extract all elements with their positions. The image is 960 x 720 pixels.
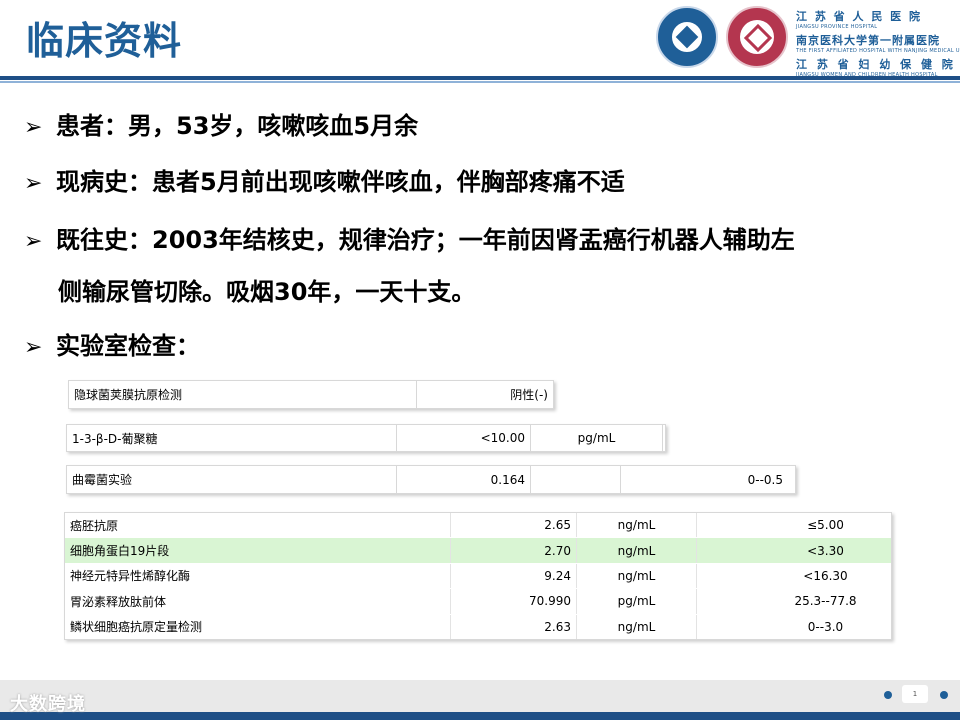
table-tumor-markers: 癌胚抗原 2.65 ng/mL ≤5.00 细胞角蛋白19片段 2.70 ng/… [64,512,892,640]
test-value: 0.164 [397,466,531,493]
table-row: 细胞角蛋白19片段 2.70 ng/mL <3.30 [65,538,891,564]
marker-value: 9.24 [451,563,577,589]
bullet-text: 既往史：2003年结核史，规律治疗；一年前因肾盂癌行机器人辅助左 [56,226,795,254]
bullet-patient: ➢ 患者：男，53岁，咳嗽咳血5月余 [24,106,418,141]
nav-dot-icon[interactable] [884,691,892,699]
table-glucan: 1-3-β-D-葡聚糖 <10.00 pg/mL [66,424,666,452]
marker-unit: ng/mL [577,614,697,639]
title-rule-light [0,81,960,83]
nav-dot-icon[interactable] [940,691,948,699]
marker-value: 2.70 [451,538,577,563]
table-row: 鳞状细胞癌抗原定量检测 2.63 ng/mL 0--3.0 [65,614,891,639]
marker-name: 鳞状细胞癌抗原定量检测 [65,614,451,639]
watermark-logo: 大数跨境 [10,694,86,715]
marker-name: 癌胚抗原 [65,513,451,538]
marker-unit: ng/mL [577,513,697,538]
marker-ref: ≤5.00 [807,518,844,533]
hospital-name-3: 江 苏 省 妇 幼 保 健 院 [796,58,956,71]
bullet-text: 现病史：患者5月前出现咳嗽伴咳血，伴胸部疼痛不适 [56,168,625,196]
test-ref: 0--0.5 [747,472,783,487]
logo-jiangsu-province-hospital [656,6,718,68]
marker-value: 2.63 [451,614,577,639]
table-crypto-antigen: 隐球菌荚膜抗原检测 阴性(-) [68,380,554,409]
marker-value: 70.990 [451,589,577,614]
footer-bar [0,712,960,720]
marker-ref: <3.30 [807,543,844,558]
page-number: 1 [902,685,928,703]
marker-unit: ng/mL [577,538,697,563]
marker-unit: pg/mL [577,589,697,614]
bullet-text: 患者：男，53岁，咳嗽咳血5月余 [56,112,419,140]
marker-ref: <16.30 [803,568,848,583]
footer-band [0,680,960,712]
test-name: 曲霉菌实验 [67,466,397,493]
hospital-names: 江 苏 省 人 民 医 院 JIANGSU PROVINCE HOSPITAL … [796,8,960,79]
title-rule-dark [0,76,960,80]
bullet-past-history-continuation: 侧输尿管切除。吸烟30年，一天十支。 [58,278,476,306]
marker-name: 神经元特异性烯醇化酶 [65,563,451,589]
hospital-name-1-en: JIANGSU PROVINCE HOSPITAL [796,24,878,30]
marker-name: 细胞角蛋白19片段 [65,538,451,563]
table-row: 神经元特异性烯醇化酶 9.24 ng/mL <16.30 [65,563,891,590]
test-value: <10.00 [397,425,531,451]
hospital-name-2-en: THE FIRST AFFILIATED HOSPITAL WITH NANJI… [796,48,960,54]
test-name: 1-3-β-D-葡聚糖 [67,425,397,451]
slide-title: 临床资料 [26,19,183,63]
table-row: 癌胚抗原 2.65 ng/mL ≤5.00 [65,513,891,539]
marker-ref: 0--3.0 [807,619,844,634]
test-name: 隐球菌荚膜抗原检测 [69,381,417,408]
logo-maternal-child-hospital [726,6,788,68]
arrow-bullet-icon: ➢ [24,115,43,140]
marker-ref: 25.3--77.8 [794,594,857,609]
table-gm-test: 曲霉菌实验 0.164 0--0.5 [66,465,796,494]
arrow-bullet-icon: ➢ [24,335,43,360]
bullet-text: 实验室检查： [56,332,200,360]
hospital-name-2: 南京医科大学第一附属医院 [796,34,940,47]
bullet-present-illness: ➢ 现病史：患者5月前出现咳嗽伴咳血，伴胸部疼痛不适 [24,162,625,197]
bullet-lab-tests: ➢ 实验室检查： [24,326,200,361]
test-unit: pg/mL [531,425,663,451]
arrow-bullet-icon: ➢ [24,171,43,196]
hospital-name-1: 江 苏 省 人 民 医 院 [796,10,922,23]
marker-unit: ng/mL [577,563,697,589]
table-row: 胃泌素释放肽前体 70.990 pg/mL 25.3--77.8 [65,589,891,615]
marker-value: 2.65 [451,513,577,538]
test-result: 阴性(-) [510,388,548,402]
bullet-past-history: ➢ 既往史：2003年结核史，规律治疗；一年前因肾盂癌行机器人辅助左 [24,220,795,255]
arrow-bullet-icon: ➢ [24,229,43,254]
test-unit [531,466,621,493]
marker-name: 胃泌素释放肽前体 [65,589,451,614]
